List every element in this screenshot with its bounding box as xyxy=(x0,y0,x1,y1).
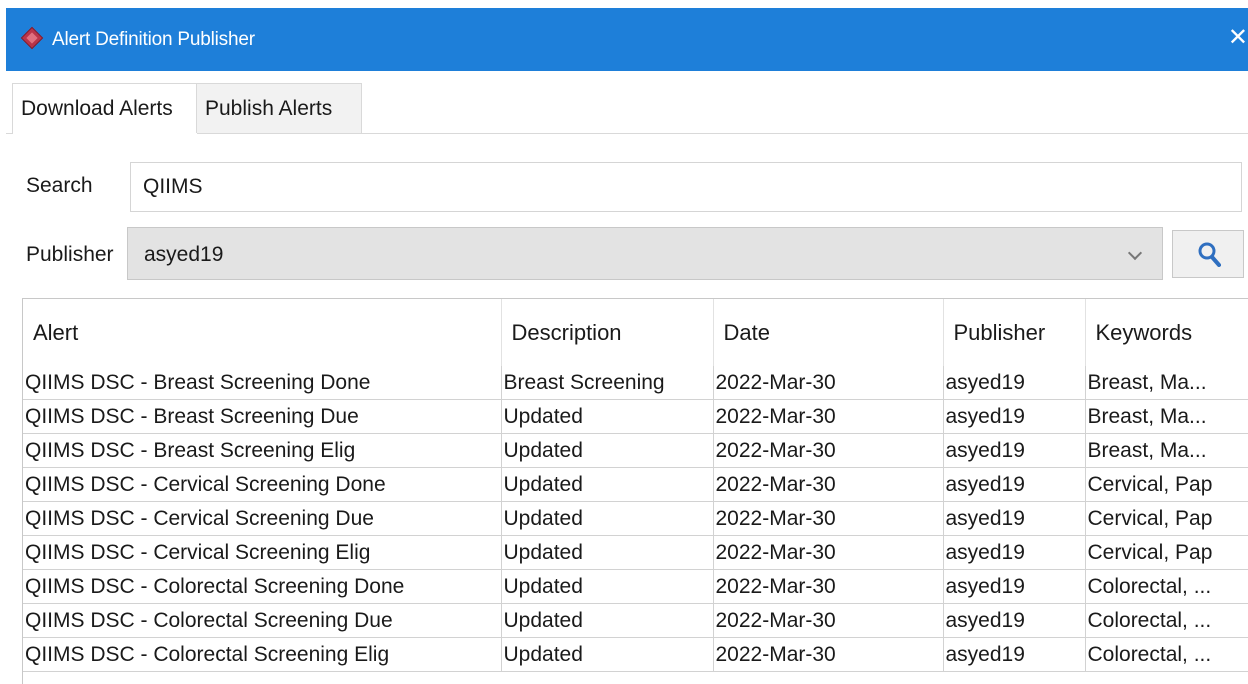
cell-description: Updated xyxy=(501,603,714,638)
cell-alert: QIIMS DSC - Colorectal Screening Due xyxy=(23,603,502,638)
column-header-description[interactable]: Description xyxy=(501,299,714,366)
table-row[interactable]: QIIMS DSC - Breast Screening Done Breast… xyxy=(23,366,1248,400)
app-icon xyxy=(20,26,44,50)
cell-date: 2022-Mar-30 xyxy=(713,569,944,604)
cell-keywords: Breast, Ma... xyxy=(1085,433,1248,468)
cell-publisher: asyed19 xyxy=(943,467,1086,502)
column-header-date[interactable]: Date xyxy=(713,299,944,366)
tab-download-alerts[interactable]: Download Alerts xyxy=(12,83,198,134)
cell-date: 2022-Mar-30 xyxy=(713,366,944,400)
search-label: Search xyxy=(26,174,93,197)
cell-publisher: asyed19 xyxy=(943,366,1086,400)
cell-keywords: Cervical, Pap xyxy=(1085,501,1248,536)
publisher-dropdown[interactable]: asyed19 xyxy=(127,227,1163,280)
table-row[interactable]: QIIMS DSC - Cervical Screening Due Updat… xyxy=(23,501,1248,536)
cell-description: Updated xyxy=(501,569,714,604)
column-header-keywords[interactable]: Keywords xyxy=(1085,299,1248,366)
close-icon[interactable]: ✕ xyxy=(1228,24,1248,52)
cell-keywords: Cervical, Pap xyxy=(1085,467,1248,502)
table-row[interactable]: QIIMS DSC - Colorectal Screening Elig Up… xyxy=(23,637,1248,672)
cell-description: Updated xyxy=(501,535,714,570)
tab-strip: Download Alerts Publish Alerts xyxy=(6,83,1248,134)
search-input[interactable] xyxy=(130,162,1242,212)
cell-description: Updated xyxy=(501,501,714,536)
table-row[interactable]: QIIMS DSC - Colorectal Screening Done Up… xyxy=(23,569,1248,604)
table-row[interactable]: QIIMS DSC - Breast Screening Due Updated… xyxy=(23,399,1248,434)
cell-alert: QIIMS DSC - Breast Screening Elig xyxy=(23,433,502,468)
cell-keywords: Colorectal, ... xyxy=(1085,637,1248,672)
cell-description: Breast Screening xyxy=(501,366,714,400)
publisher-selected-value: asyed19 xyxy=(144,243,224,266)
cell-alert: QIIMS DSC - Breast Screening Due xyxy=(23,399,502,434)
search-icon xyxy=(1198,242,1221,267)
cell-date: 2022-Mar-30 xyxy=(713,535,944,570)
table-header-row: Alert Description Date Publisher Keyword… xyxy=(23,299,1248,366)
cell-alert: QIIMS DSC - Cervical Screening Elig xyxy=(23,535,502,570)
chevron-down-icon[interactable] xyxy=(1127,245,1143,261)
cell-description: Updated xyxy=(501,637,714,672)
cell-publisher: asyed19 xyxy=(943,535,1086,570)
cell-alert: QIIMS DSC - Cervical Screening Due xyxy=(23,501,502,536)
app-window: Alert Definition Publisher ✕ Download Al… xyxy=(6,8,1248,684)
cell-description: Updated xyxy=(501,433,714,468)
cell-publisher: asyed19 xyxy=(943,637,1086,672)
cell-alert: QIIMS DSC - Colorectal Screening Elig xyxy=(23,637,502,672)
cell-publisher: asyed19 xyxy=(943,433,1086,468)
publisher-label: Publisher xyxy=(26,243,114,266)
table-row[interactable]: QIIMS DSC - Colorectal Screening Due Upd… xyxy=(23,603,1248,638)
cell-publisher: asyed19 xyxy=(943,501,1086,536)
cell-publisher: asyed19 xyxy=(943,399,1086,434)
cell-date: 2022-Mar-30 xyxy=(713,603,944,638)
cell-alert: QIIMS DSC - Breast Screening Done xyxy=(23,366,502,400)
cell-publisher: asyed19 xyxy=(943,569,1086,604)
cell-alert: QIIMS DSC - Cervical Screening Done xyxy=(23,467,502,502)
table-row[interactable]: QIIMS DSC - Cervical Screening Done Upda… xyxy=(23,467,1248,502)
column-header-alert[interactable]: Alert xyxy=(23,299,502,366)
alerts-table: Alert Description Date Publisher Keyword… xyxy=(22,298,1248,684)
cell-date: 2022-Mar-30 xyxy=(713,467,944,502)
search-button[interactable] xyxy=(1172,230,1244,278)
cell-keywords: Breast, Ma... xyxy=(1085,366,1248,400)
cell-publisher: asyed19 xyxy=(943,603,1086,638)
cell-date: 2022-Mar-30 xyxy=(713,501,944,536)
cell-date: 2022-Mar-30 xyxy=(713,399,944,434)
cell-description: Updated xyxy=(501,399,714,434)
column-header-publisher[interactable]: Publisher xyxy=(943,299,1086,366)
cell-keywords: Breast, Ma... xyxy=(1085,399,1248,434)
cell-keywords: Colorectal, ... xyxy=(1085,569,1248,604)
cell-keywords: Cervical, Pap xyxy=(1085,535,1248,570)
table-row[interactable]: QIIMS DSC - Breast Screening Elig Update… xyxy=(23,433,1248,468)
cell-description: Updated xyxy=(501,467,714,502)
table-row[interactable]: QIIMS DSC - Cervical Screening Elig Upda… xyxy=(23,535,1248,570)
window-title: Alert Definition Publisher xyxy=(52,29,255,50)
cell-keywords: Colorectal, ... xyxy=(1085,603,1248,638)
cell-date: 2022-Mar-30 xyxy=(713,637,944,672)
cell-date: 2022-Mar-30 xyxy=(713,433,944,468)
cell-alert: QIIMS DSC - Colorectal Screening Done xyxy=(23,569,502,604)
tab-publish-alerts[interactable]: Publish Alerts xyxy=(196,83,362,133)
title-bar[interactable]: Alert Definition Publisher ✕ xyxy=(6,8,1248,71)
